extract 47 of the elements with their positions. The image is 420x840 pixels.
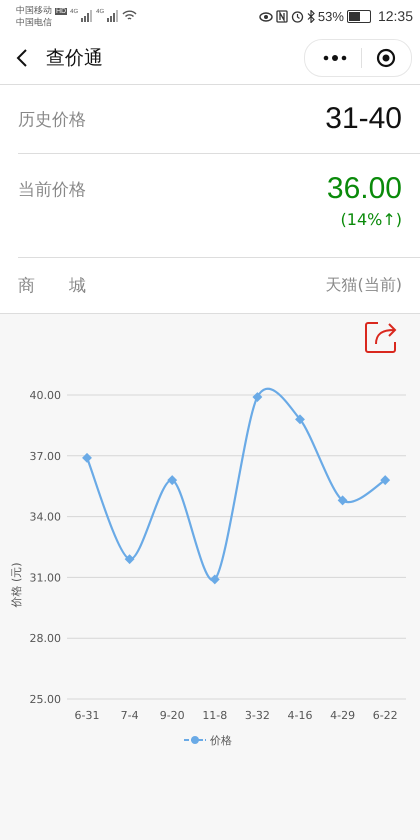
data-point <box>338 495 348 506</box>
wifi-icon <box>122 10 138 22</box>
x-tick-label: 9-20 <box>160 709 185 722</box>
y-tick-label: 34.00 <box>30 510 61 524</box>
page-title: 查价通 <box>46 46 103 71</box>
y-axis-title: 价格 (元) <box>10 562 23 608</box>
x-tick-label: 6-31 <box>74 709 100 722</box>
price-range: 31-40 <box>325 102 402 136</box>
legend-icon <box>184 736 206 744</box>
y-tick-label: 37.00 <box>30 450 61 463</box>
x-tick-label: 6-22 <box>372 709 398 722</box>
legend-label: 价格 <box>210 734 232 747</box>
x-tick-label: 4-29 <box>330 709 356 722</box>
data-point <box>252 392 262 402</box>
signal-icon <box>81 10 94 22</box>
x-tick-label: 3-32 <box>244 709 270 722</box>
price-change: (14%↑) <box>340 210 402 229</box>
row-label: 历史价格 <box>18 108 86 130</box>
data-point <box>295 414 305 424</box>
bluetooth-icon <box>306 10 315 22</box>
data-point <box>167 475 178 486</box>
data-point <box>380 475 390 486</box>
carrier-name: 中国电信 <box>16 16 52 28</box>
current-price: 36.00 <box>326 172 402 206</box>
clock-time: 12:35 <box>378 8 413 24</box>
row-label: 当前价格 <box>18 179 86 201</box>
x-tick-label: 4-16 <box>288 709 312 722</box>
battery-percent: 53% <box>318 8 344 24</box>
signal-icon <box>107 10 120 22</box>
y-tick-label: 40.00 <box>30 389 61 402</box>
back-icon[interactable] <box>16 48 28 68</box>
data-point <box>210 574 220 584</box>
store-name: 天猫(当前) <box>326 275 402 296</box>
eye-icon <box>258 10 273 22</box>
x-tick-label: 11-8 <box>202 709 228 722</box>
y-tick-label: 31.00 <box>30 571 61 584</box>
data-point <box>124 554 135 564</box>
x-tick-label: 7-4 <box>120 709 139 722</box>
data-point <box>82 452 92 463</box>
carrier-name: 中国移动 <box>16 4 52 16</box>
more-icon[interactable] <box>323 54 347 62</box>
y-tick-label: 25.00 <box>30 693 61 706</box>
nfc-icon <box>276 10 288 22</box>
row-label: 商 城 <box>18 275 86 297</box>
y-tick-label: 28.00 <box>30 632 61 646</box>
battery-icon <box>346 10 371 22</box>
alarm-icon <box>290 10 304 22</box>
